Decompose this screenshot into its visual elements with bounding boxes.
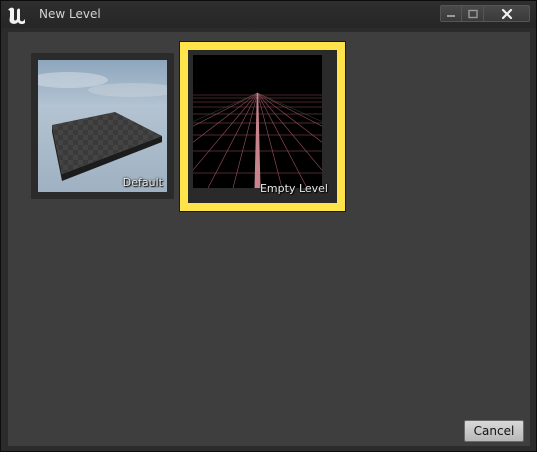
template-panel: Default Empty Level Cancel: [8, 32, 530, 446]
window-controls: [440, 5, 530, 22]
selected-frame: Empty Level: [188, 50, 337, 203]
default-level-preview-image: [38, 60, 167, 192]
minimize-icon: [447, 14, 455, 17]
template-label-default: Default: [122, 176, 163, 189]
cancel-button[interactable]: Cancel: [464, 420, 524, 442]
template-default-tile[interactable]: Default: [31, 53, 174, 199]
maximize-button[interactable]: [462, 5, 484, 22]
close-button[interactable]: [484, 5, 530, 22]
template-label-empty-level: Empty Level: [259, 182, 328, 195]
new-level-dialog: New Level Default Empty Level Cancel: [0, 0, 537, 452]
window-title: New Level: [39, 7, 101, 21]
empty-level-grid-image: [193, 55, 322, 188]
maximize-icon: [467, 9, 478, 18]
empty-level-thumbnail: Empty Level: [193, 55, 332, 198]
close-icon: [501, 8, 512, 19]
template-empty-level-tile[interactable]: Empty Level: [179, 41, 346, 212]
default-thumbnail: Default: [38, 60, 167, 192]
title-bar[interactable]: New Level: [1, 1, 536, 28]
unreal-engine-logo-icon: [8, 7, 25, 25]
minimize-button[interactable]: [440, 5, 462, 22]
